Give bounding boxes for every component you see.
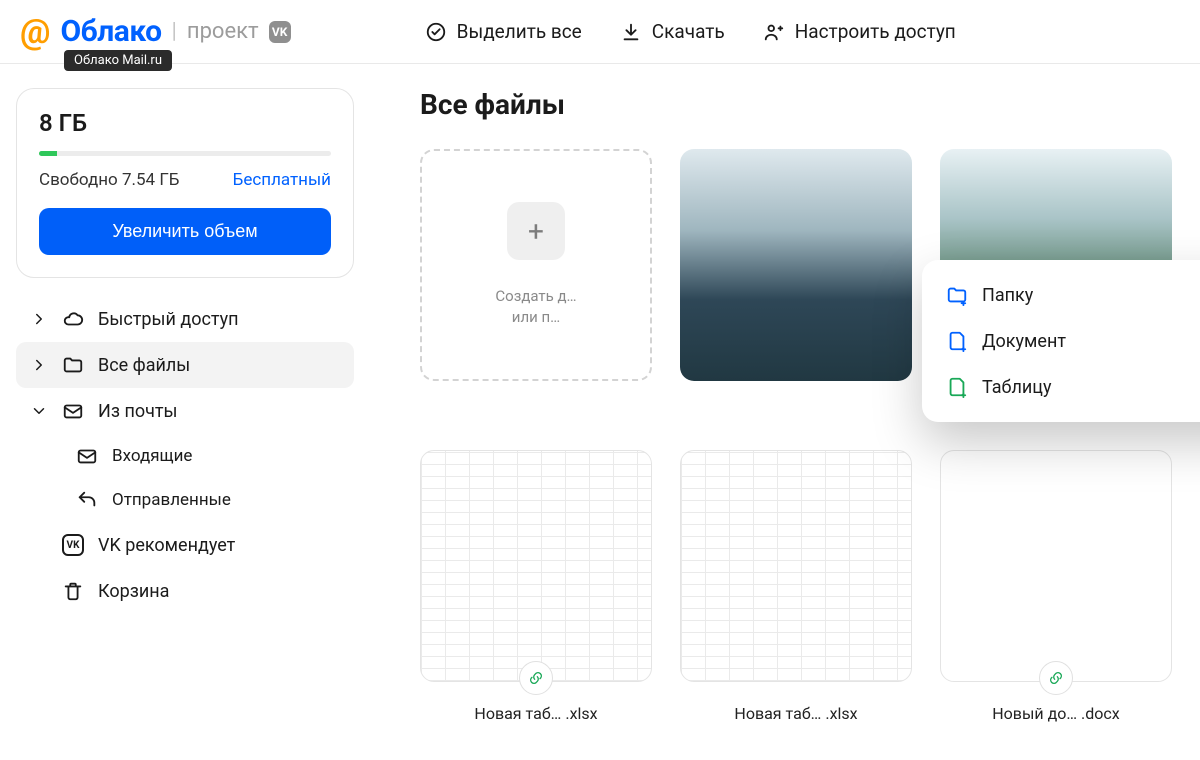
file-name: Новый до… .docx <box>992 704 1119 723</box>
hint-line1: Создать д… <box>495 287 576 305</box>
share-people-icon <box>763 21 785 43</box>
sidebar-item-trash[interactable]: Корзина <box>16 568 354 614</box>
file-name: Новая таб… .xlsx <box>734 704 857 723</box>
download-button[interactable]: Скачать <box>620 20 725 43</box>
sidebar: 8 ГБ Свободно 7.54 ГБ Бесплатный Увеличи… <box>0 64 370 760</box>
shared-link-icon <box>1039 661 1073 695</box>
sidebar-item-mail[interactable]: Из почты <box>16 388 354 434</box>
thumbnail-sheet <box>420 450 652 682</box>
nav-label: Отправленные <box>112 490 231 510</box>
folder-plus-icon <box>946 284 968 306</box>
menu-label: Папку <box>982 285 1033 306</box>
nav-label: Из почты <box>98 401 178 422</box>
upgrade-button[interactable]: Увеличить объем <box>39 208 331 255</box>
thumbnail-sheet <box>680 450 912 682</box>
logo-tooltip: Облако Mail.ru <box>64 50 172 71</box>
action-label: Настроить доступ <box>795 20 956 43</box>
logo-at-icon: @ <box>20 15 50 49</box>
action-label: Выделить все <box>457 20 582 43</box>
sidebar-item-inbox[interactable]: Входящие <box>62 434 354 478</box>
mail-icon <box>62 400 84 422</box>
file-name: Новая таб… .xlsx <box>474 704 597 723</box>
logo[interactable]: @ Облако | проект VK Облако Mail.ru <box>20 14 291 49</box>
file-tile[interactable]: Новая таб… .xlsx <box>420 450 652 723</box>
file-tile[interactable] <box>680 149 912 422</box>
reply-icon <box>76 489 98 511</box>
shared-link-icon <box>519 661 553 695</box>
nav-label: Все файлы <box>98 355 190 376</box>
mail-icon <box>76 445 98 467</box>
separator: | <box>172 19 177 44</box>
select-all-button[interactable]: Выделить все <box>425 20 582 43</box>
sidebar-item-vkrec[interactable]: VK VK рекомендует <box>16 522 354 568</box>
chevron-right-icon <box>30 310 48 328</box>
storage-card: 8 ГБ Свободно 7.54 ГБ Бесплатный Увеличи… <box>16 88 354 278</box>
header-actions: Выделить все Скачать Настроить доступ <box>425 20 956 43</box>
hint-line2: или п… <box>512 308 560 326</box>
thumbnail-doc <box>940 450 1172 682</box>
sheet-plus-icon <box>946 376 968 398</box>
nav-label: VK рекомендует <box>98 535 235 556</box>
page-title: Все файлы <box>420 88 1180 121</box>
nav-label: Быстрый доступ <box>98 309 239 330</box>
create-menu: Папку ⇧ F Документ ⇧ T Таблицу ⇧ S <box>922 260 1200 422</box>
storage-free: Свободно 7.54 ГБ <box>39 170 180 190</box>
main-panel: Все файлы + Создать д… или п… Горное <box>370 64 1200 760</box>
menu-label: Таблицу <box>982 377 1051 398</box>
sidebar-item-sent[interactable]: Отправленные <box>62 478 354 522</box>
storage-fill <box>39 151 57 156</box>
action-label: Скачать <box>652 20 725 43</box>
folder-icon <box>62 354 84 376</box>
check-circle-icon <box>425 21 447 43</box>
cloud-icon <box>62 308 84 330</box>
trash-icon <box>62 580 84 602</box>
sidebar-item-quick[interactable]: Быстрый доступ <box>16 296 354 342</box>
thumbnail-photo <box>680 149 912 381</box>
header: @ Облако | проект VK Облако Mail.ru Выде… <box>0 0 1200 64</box>
vk-badge-icon: VK <box>269 21 291 43</box>
nav-label: Входящие <box>112 446 192 466</box>
download-icon <box>620 21 642 43</box>
plus-icon[interactable]: + <box>507 202 565 260</box>
file-tile[interactable]: Новый до… .docx <box>940 450 1172 723</box>
create-tile[interactable]: + Создать д… или п… <box>420 149 652 422</box>
storage-total: 8 ГБ <box>39 109 331 137</box>
file-tile[interactable]: Новая таб… .xlsx <box>680 450 912 723</box>
menu-item-sheet[interactable]: Таблицу ⇧ S <box>928 364 1200 410</box>
storage-bar <box>39 151 331 156</box>
document-plus-icon <box>946 330 968 352</box>
sidebar-item-all[interactable]: Все файлы <box>16 342 354 388</box>
file-grid: + Создать д… или п… Горное озе… .jpg <box>420 149 1180 723</box>
menu-label: Документ <box>982 331 1066 352</box>
menu-item-folder[interactable]: Папку ⇧ F <box>928 272 1200 318</box>
menu-item-document[interactable]: Документ ⇧ T <box>928 318 1200 364</box>
project-label: проект <box>187 19 259 44</box>
vk-icon: VK <box>62 534 84 556</box>
storage-plan-link[interactable]: Бесплатный <box>233 170 331 190</box>
chevron-right-icon <box>30 356 48 374</box>
logo-text: Облако <box>60 14 161 49</box>
share-button[interactable]: Настроить доступ <box>763 20 956 43</box>
nav-label: Корзина <box>98 581 169 602</box>
chevron-down-icon <box>30 402 48 420</box>
